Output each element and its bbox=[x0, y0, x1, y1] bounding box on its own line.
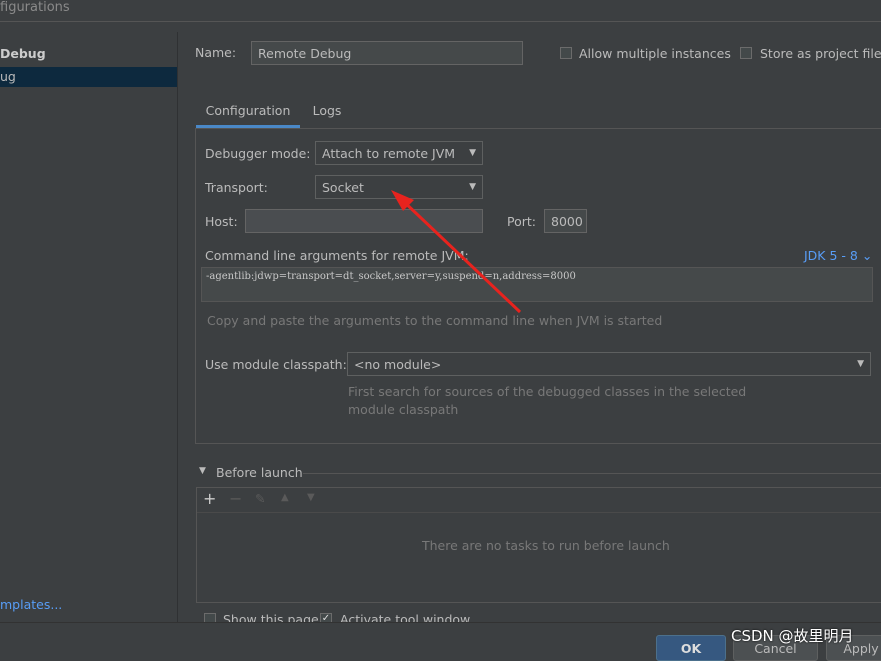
red-arrow-annotation bbox=[391, 190, 522, 314]
arrow-shaft bbox=[398, 196, 522, 314]
